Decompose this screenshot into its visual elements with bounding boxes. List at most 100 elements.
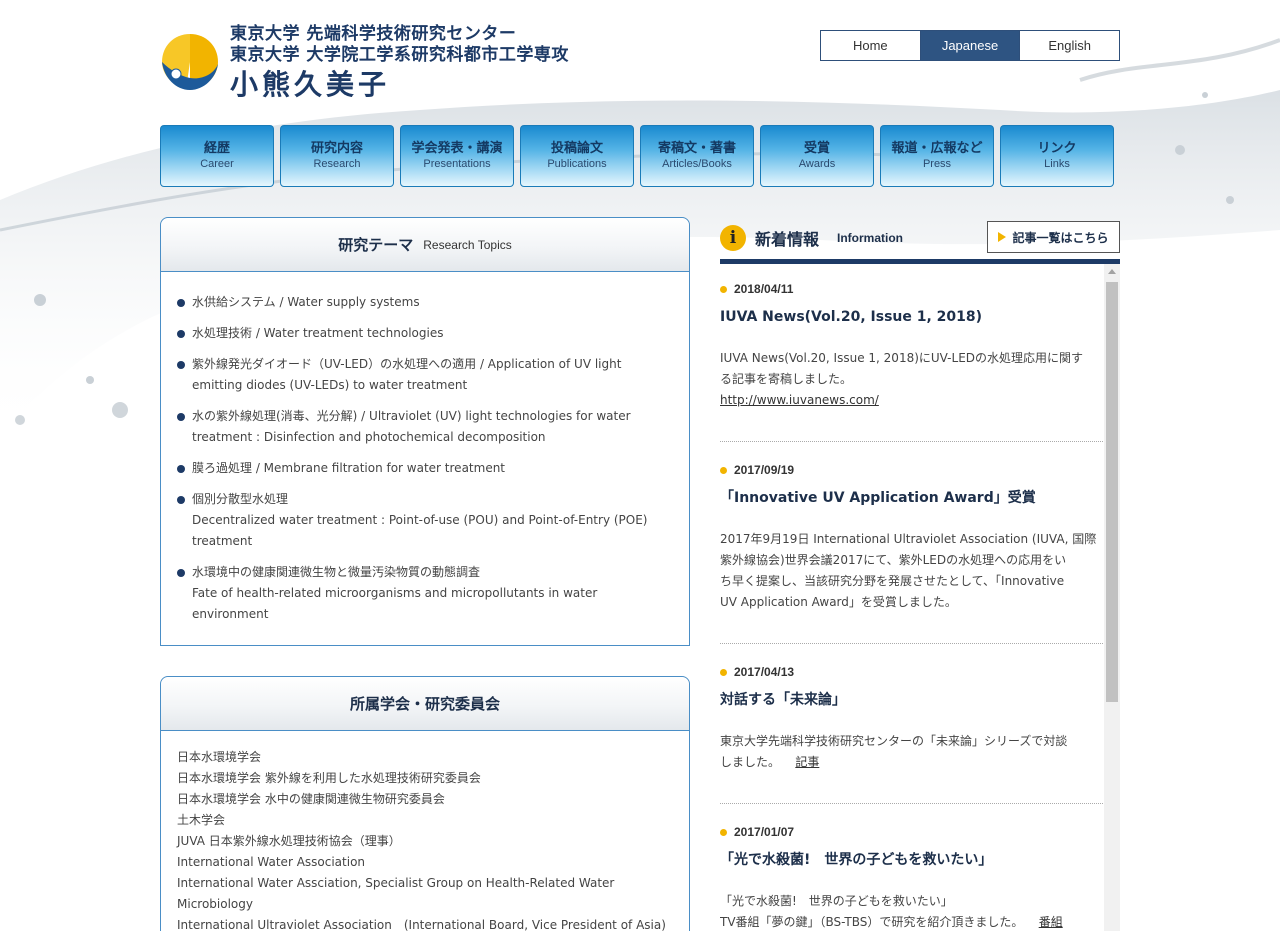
- nav-label-en: Press: [922, 158, 952, 170]
- bullet-icon: [177, 330, 185, 338]
- topic-line: Fate of health-related microorganisms an…: [192, 586, 598, 600]
- nav-career[interactable]: 経歴 Career: [160, 125, 274, 187]
- news-headline: 「光で水殺菌! 世界の子どもを救いたい」: [720, 852, 993, 868]
- dot-icon: [720, 668, 727, 676]
- nav-label-jp: 研究内容: [310, 141, 363, 156]
- nav-press[interactable]: 報道・広報など Press: [880, 125, 994, 187]
- membership-item: International Ultraviolet Association (I…: [177, 918, 666, 931]
- topic-line: 水環境中の健康関連微生物と微量汚染物質の動態調査: [192, 565, 481, 579]
- topic-line: 水処理技術 / Water treatment technologies: [192, 326, 444, 340]
- nav-label-jp: 受賞: [803, 141, 830, 156]
- topic-line: treatment : Disinfection and photochemic…: [192, 430, 546, 444]
- news-body-line: る記事を寄稿しました。: [720, 372, 853, 386]
- bullet-icon: [177, 361, 185, 369]
- news-body-line: IUVA News(Vol.20, Issue 1, 2018)にUV-LEDの…: [720, 351, 1084, 365]
- scroll-up-arrow-icon[interactable]: [1108, 269, 1116, 274]
- news-date: 2017/04/13: [734, 665, 795, 679]
- news-date-row: 2017/04/13: [720, 663, 1103, 681]
- news-link[interactable]: 記事: [795, 755, 819, 769]
- nav-research[interactable]: 研究内容 Research: [280, 125, 394, 187]
- news-link[interactable]: 番組: [1039, 915, 1063, 929]
- lang-english-button[interactable]: English: [1020, 31, 1119, 60]
- research-topics-panel: 研究テーマ Research Topics 水供給システム / Water su…: [160, 217, 690, 646]
- topic-item: 水環境中の健康関連微生物と微量汚染物質の動態調査 Fate of health-…: [177, 562, 673, 625]
- news-date: 2017/09/19: [734, 463, 795, 477]
- nav-label-en: Publications: [547, 158, 607, 170]
- nav-publications[interactable]: 投稿論文 Publications: [520, 125, 634, 187]
- news-link[interactable]: http://www.iuvanews.com/: [720, 393, 879, 407]
- all-news-label: 記事一覧はこちら: [1012, 230, 1109, 245]
- bullet-icon: [177, 413, 185, 421]
- membership-item: 日本水環境学会: [177, 750, 262, 764]
- play-arrow-icon: [998, 232, 1007, 242]
- nav-label-jp: 学会発表・講演: [411, 141, 503, 156]
- panel-header: 研究テーマ Research Topics: [161, 218, 689, 272]
- topic-item: 紫外線発光ダイオード（UV-LED）の水処理への適用 / Application…: [177, 354, 673, 396]
- news-date: 2018/04/11: [734, 282, 794, 296]
- nav-label-en: Research: [313, 158, 361, 170]
- topic-line: 水供給システム / Water supply systems: [192, 295, 420, 309]
- dot-icon: [720, 285, 727, 293]
- nav-label-jp: 経歴: [203, 141, 230, 156]
- org-line-1: 東京大学 先端科学技術研究センター: [230, 24, 517, 44]
- news-body: 東京大学先端科学技術研究センターの「未来論」シリーズで対談 しました。 記事: [720, 731, 1103, 773]
- topic-line: environment: [192, 607, 269, 621]
- news-item: 2017/09/19 「Innovative UV Application Aw…: [720, 461, 1103, 644]
- topic-line: 紫外線発光ダイオード（UV-LED）の水処理への適用 / Application…: [192, 357, 622, 371]
- news-body-line: しました。 記事: [720, 752, 1103, 773]
- page: 東京大学 先端科学技術研究センター 東京大学 大学院工学系研究科都市工学専攻 小…: [0, 0, 1280, 931]
- news-headline: 「Innovative UV Application Award」受賞: [720, 490, 1036, 506]
- news-date-row: 2017/01/07: [720, 823, 1103, 841]
- news-scroll-area[interactable]: 2018/04/11 IUVA News(Vol.20, Issue 1, 20…: [720, 264, 1120, 931]
- lang-japanese-button[interactable]: Japanese: [920, 31, 1021, 60]
- nav-label-en: Articles/Books: [662, 158, 732, 170]
- nav-label-en: Career: [200, 158, 234, 170]
- topic-line: treatment: [192, 534, 253, 548]
- all-news-button[interactable]: 記事一覧はこちら: [987, 221, 1120, 253]
- topic-item: 水の紫外線処理(消毒、光分解) / Ultraviolet (UV) light…: [177, 406, 673, 448]
- news-body-line: TV番組「夢の鍵」（BS-TBS）で研究を紹介頂きました。 番組: [720, 912, 1103, 931]
- topic-line: Decentralized water treatment : Point-of…: [192, 513, 648, 527]
- news-date-row: 2017/09/19: [720, 461, 1103, 479]
- topic-item: 水供給システム / Water supply systems: [177, 292, 673, 313]
- memberships-panel: 所属学会・研究委員会 日本水環境学会 日本水環境学会 紫外線を利用した水処理技術…: [160, 676, 690, 931]
- nav-presentations[interactable]: 学会発表・講演 Presentations: [400, 125, 514, 187]
- topic-item: 水処理技術 / Water treatment technologies: [177, 323, 673, 344]
- membership-item: Microbiology: [177, 897, 253, 911]
- nav-label-en: Awards: [798, 158, 836, 170]
- news-headline: IUVA News(Vol.20, Issue 1, 2018): [720, 309, 983, 325]
- news-item: 2018/04/11 IUVA News(Vol.20, Issue 1, 20…: [720, 280, 1103, 442]
- news-headline: 対話する「未来論」: [720, 692, 846, 708]
- nav-label-jp: 寄稿文・著書: [657, 141, 736, 156]
- lang-home-button[interactable]: Home: [821, 31, 921, 60]
- dot-icon: [720, 828, 727, 836]
- memberships-list: 日本水環境学会 日本水環境学会 紫外線を利用した水処理技術研究委員会 日本水環境…: [161, 731, 689, 931]
- panel-header: 所属学会・研究委員会: [161, 677, 689, 731]
- scroll-thumb[interactable]: [1106, 282, 1118, 702]
- nav-articles-books[interactable]: 寄稿文・著書 Articles/Books: [640, 125, 754, 187]
- membership-item: International Water Assciation, Speciali…: [177, 876, 615, 890]
- org-line-2: 東京大学 大学院工学系研究科都市工学専攻: [230, 45, 569, 65]
- news-body-line: 「光で水殺菌! 世界の子どもを救いたい」: [720, 894, 953, 908]
- nav-label-jp: 報道・広報など: [891, 141, 983, 156]
- news-body-line: UV Application Award」を受賞しました。: [720, 595, 957, 609]
- news-header: i 新着情報 Information 記事一覧はこちら: [720, 221, 1120, 261]
- topic-item: 膜ろ過処理 / Membrane filtration for water tr…: [177, 458, 673, 479]
- news-subtitle: Information: [837, 231, 903, 245]
- news-body-line: 2017年9月19日 International Ultraviolet Ass…: [720, 532, 1097, 546]
- news-body: 「光で水殺菌! 世界の子どもを救いたい」 TV番組「夢の鍵」（BS-TBS）で研…: [720, 891, 1103, 931]
- topics-list: 水供給システム / Water supply systems 水処理技術 / W…: [161, 272, 689, 649]
- news-list: 2018/04/11 IUVA News(Vol.20, Issue 1, 20…: [720, 264, 1103, 931]
- topic-line: emitting diodes (UV-LEDs) to water treat…: [192, 378, 468, 392]
- nav-awards[interactable]: 受賞 Awards: [760, 125, 874, 187]
- dot-icon: [720, 466, 727, 474]
- main-nav: 経歴 Career 研究内容 Research 学会発表・講演 Presenta…: [160, 125, 1114, 187]
- panel-title: 所属学会・研究委員会: [349, 695, 500, 713]
- nav-links[interactable]: リンク Links: [1000, 125, 1114, 187]
- topic-line: 水の紫外線処理(消毒、光分解) / Ultraviolet (UV) light…: [192, 409, 631, 423]
- site-title: 東京大学 先端科学技術研究センター 東京大学 大学院工学系研究科都市工学専攻 小…: [230, 24, 569, 102]
- bullet-icon: [177, 569, 185, 577]
- language-switch: Home Japanese English: [820, 30, 1120, 61]
- topic-line: 個別分散型水処理: [192, 492, 289, 506]
- news-scrollbar[interactable]: [1104, 264, 1120, 931]
